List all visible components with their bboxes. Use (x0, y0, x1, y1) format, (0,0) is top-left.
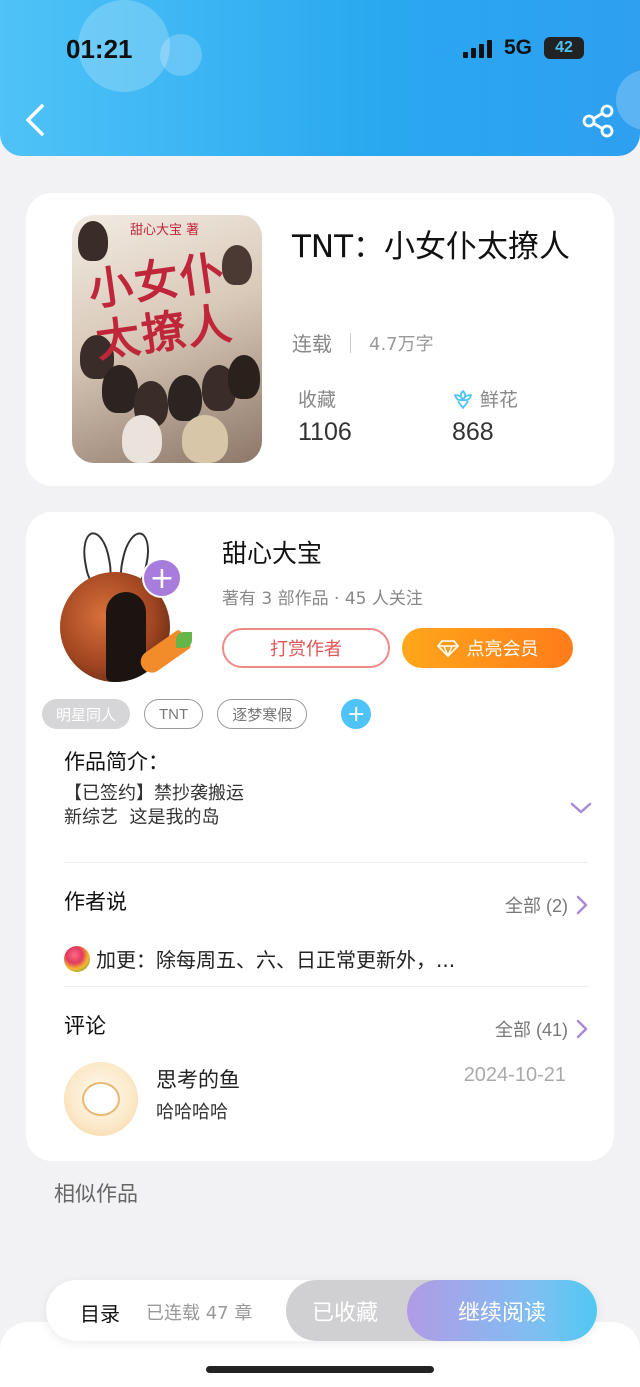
cover-title-art: 小女仆太撩人 (85, 246, 237, 368)
share-icon (582, 104, 614, 138)
chevron-down-icon (570, 802, 592, 814)
status-icons: 5G 42 (462, 36, 584, 60)
author-stats: 著有 3 部作品 · 45 人关注 (222, 589, 423, 609)
comments-label: 评论 (64, 1014, 106, 1038)
book-cover[interactable]: 甜心大宝 著 小女仆太撩人 (72, 215, 262, 463)
details-card: + 甜心大宝 著有 3 部作品 · 45 人关注 打赏作者 点亮会员 明星同人 … (26, 512, 614, 1161)
intro-line: 【已签约】禁抄袭搬运 (64, 783, 244, 804)
tag-list: 明星同人 TNT 逐梦寒假 + (42, 699, 372, 729)
comment-user[interactable]: 思考的鱼 (156, 1064, 240, 1094)
bottom-action-bar: 目录 已连载 47 章 已收藏 继续阅读 (46, 1280, 597, 1341)
author-says-label: 作者说 (64, 890, 127, 914)
favorites-label: 收藏 (298, 389, 337, 411)
vip-button-label: 点亮会员 (466, 639, 539, 660)
back-button[interactable] (22, 102, 52, 138)
flowers-value: 868 (452, 418, 494, 446)
flower-icon (454, 389, 472, 409)
app-header: 01:21 5G 42 (0, 0, 640, 156)
toc-button[interactable]: 目录 (80, 1298, 120, 1327)
chevron-right-icon (576, 895, 588, 915)
comment-date: 2024-10-21 (463, 1064, 566, 1086)
book-info-card: 甜心大宝 著 小女仆太撩人 TNT：小女仆太撩人 连载 4.7万字 收藏 110… (26, 193, 614, 486)
comments-count: 全部 (41) (494, 1020, 568, 1040)
diamond-icon (436, 640, 459, 657)
intro-label: 作品简介： (64, 750, 169, 774)
back-arrow-icon (26, 104, 44, 136)
author-note[interactable]: 加更：除每周五、六、日正常更新外，... (64, 944, 455, 973)
chevron-right-icon (576, 1019, 588, 1039)
signal-icon (462, 38, 492, 58)
book-title: TNT：小女仆太撩人 (292, 229, 571, 265)
bouquet-icon (64, 945, 90, 972)
author-avatar-group[interactable]: + (60, 529, 192, 682)
vip-button[interactable]: 点亮会员 (402, 628, 573, 668)
book-meta: 连载 4.7万字 (292, 328, 434, 357)
follow-plus-icon[interactable]: + (142, 558, 182, 598)
author-note-text: 加更：除每周五、六、日正常更新外，... (96, 948, 456, 972)
status-time: 01:21 (66, 34, 133, 64)
divider (64, 862, 588, 863)
network-type: 5G (503, 36, 532, 59)
comments-more[interactable]: 全部 (41) (495, 1016, 588, 1042)
author-says-more[interactable]: 全部 (2) (505, 892, 588, 918)
share-button[interactable] (582, 104, 616, 138)
author-name[interactable]: 甜心大宝 (222, 534, 322, 570)
similar-works-label: 相似作品 (54, 1182, 138, 1206)
add-tag-plus-icon[interactable]: + (341, 699, 372, 729)
divider (64, 986, 588, 987)
decor-bubble (616, 70, 640, 130)
chapter-count: 已连载 47 章 (146, 1303, 253, 1324)
decor-bubble (160, 34, 202, 76)
intro-text[interactable]: 【已签约】禁抄袭搬运 新综艺 这是我的岛 (64, 782, 244, 830)
word-count: 4.7万字 (369, 333, 434, 355)
cover-author-text: 甜心大宝 著 (130, 223, 200, 238)
continue-reading-button[interactable]: 继续阅读 (407, 1280, 597, 1341)
flowers-stat[interactable]: 鲜花 868 (452, 385, 518, 447)
battery-icon: 42 (544, 37, 584, 59)
author-says-count: 全部 (2) (505, 896, 568, 916)
favorites-stat: 收藏 1106 (298, 385, 352, 447)
expand-intro-button[interactable] (570, 800, 592, 814)
home-indicator[interactable] (206, 1366, 434, 1373)
tag-item[interactable]: 逐梦寒假 (217, 699, 308, 729)
comment-text[interactable]: 哈哈哈哈 (156, 1098, 228, 1124)
tag-item[interactable]: 明星同人 (42, 699, 131, 729)
flowers-label: 鲜花 (480, 389, 519, 411)
tag-item[interactable]: TNT (144, 699, 204, 729)
tip-author-button[interactable]: 打赏作者 (222, 628, 390, 668)
book-status: 连载 (292, 332, 332, 356)
avatar[interactable] (64, 1062, 138, 1136)
intro-line: 新综艺 这是我的岛 (64, 807, 220, 828)
favorites-value: 1106 (298, 418, 352, 446)
